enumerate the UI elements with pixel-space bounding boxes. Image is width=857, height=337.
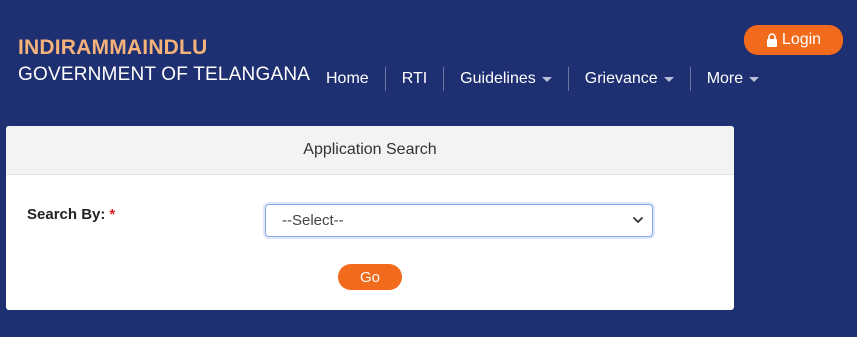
search-by-text: Search By: — [27, 206, 106, 223]
brand-subtitle: GOVERNMENT OF TELANGANA — [18, 64, 311, 85]
caret-down-icon — [541, 76, 552, 82]
nav-item-label: Grievance — [584, 70, 658, 87]
select-value: --Select-- — [282, 212, 344, 229]
nav-item-label: Home — [326, 70, 369, 87]
card-title: Application Search — [303, 141, 437, 158]
lock-icon — [766, 33, 777, 47]
go-button[interactable]: Go — [338, 264, 402, 290]
nav-item-home[interactable]: Home — [310, 66, 385, 92]
nav-item-label: Guidelines — [460, 70, 536, 87]
search-by-label: Search By: * — [27, 206, 115, 223]
nav-item-grievance[interactable]: Grievance — [569, 66, 690, 92]
nav-item-rti[interactable]: RTI — [386, 66, 443, 92]
nav-item-label: More — [706, 70, 744, 87]
main-nav: Home RTI Guidelines Grievance More — [310, 66, 775, 92]
application-search-card: Application Search Search By: * --Select-… — [6, 126, 734, 310]
caret-down-icon — [663, 76, 674, 82]
login-button[interactable]: Login — [744, 25, 843, 55]
search-by-select[interactable]: --Select-- — [265, 204, 653, 237]
brand-title: INDIRAMMAINDLU — [18, 36, 208, 59]
chevron-down-icon — [633, 217, 643, 223]
required-mark: * — [109, 206, 116, 223]
card-header: Application Search — [6, 126, 734, 175]
nav-item-guidelines[interactable]: Guidelines — [444, 66, 568, 92]
caret-down-icon — [749, 76, 760, 82]
nav-item-more[interactable]: More — [691, 66, 775, 92]
nav-item-label: RTI — [401, 70, 428, 87]
go-label: Go — [359, 268, 380, 286]
login-label: Login — [781, 31, 822, 48]
